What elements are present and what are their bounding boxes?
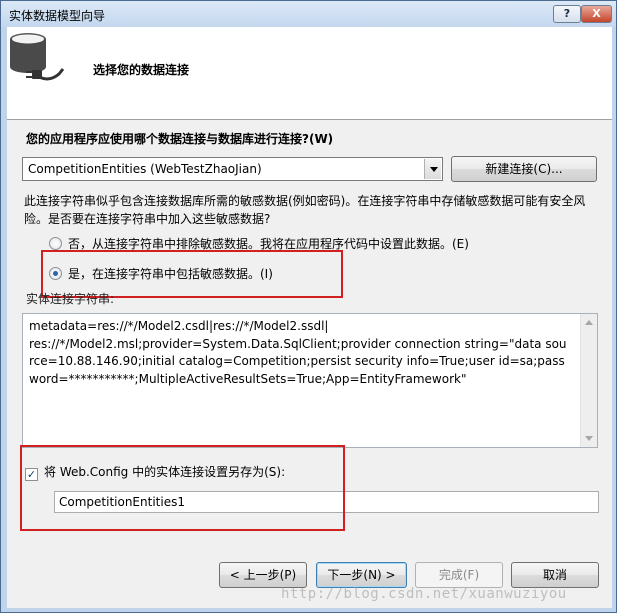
back-button[interactable]: < 上一步(P) bbox=[219, 562, 307, 588]
help-button[interactable]: ? bbox=[553, 5, 581, 23]
scroll-down-icon[interactable] bbox=[585, 436, 593, 441]
wizard-window: 实体数据模型向导 ? X 选择您的数据连接 您的应用程序应使用哪个数据连接与数据… bbox=[0, 0, 617, 613]
radio-icon[interactable] bbox=[49, 237, 62, 250]
window-title: 实体数据模型向导 bbox=[9, 9, 106, 23]
chevron-down-icon[interactable] bbox=[424, 159, 441, 179]
connection-question: 您的应用程序应使用哪个数据连接与数据库进行连接?(W) bbox=[26, 132, 334, 146]
finish-button[interactable]: 完成(F) bbox=[415, 562, 503, 588]
vertical-scrollbar[interactable] bbox=[580, 314, 597, 447]
scroll-up-icon[interactable] bbox=[585, 320, 593, 325]
wizard-header: 选择您的数据连接 bbox=[7, 27, 612, 119]
wizard-content: 您的应用程序应使用哪个数据连接与数据库进行连接?(W) CompetitionE… bbox=[7, 119, 612, 545]
database-plug-icon bbox=[10, 33, 65, 81]
connection-string-text: metadata=res://*/Model2.csdl|res://*/Mod… bbox=[29, 319, 567, 386]
highlight-box bbox=[20, 445, 345, 531]
connection-select[interactable]: CompetitionEntities (WebTestZhaoJian) bbox=[22, 157, 443, 181]
cancel-button[interactable]: 取消 bbox=[511, 562, 599, 588]
new-connection-button[interactable]: 新建连接(C)... bbox=[451, 156, 597, 182]
watermark: http://blog.csdn.net/xuanwuziyou bbox=[281, 586, 567, 602]
sensitive-data-notice: 此连接字符串似乎包含连接数据库所需的敏感数据(例如密码)。在连接字符串中存储敏感… bbox=[24, 194, 586, 226]
radio-label: 否，从连接字符串中排除敏感数据。我将在应用程序代码中设置此数据。(E) bbox=[68, 237, 469, 251]
title-bar[interactable]: 实体数据模型向导 ? X bbox=[1, 1, 616, 27]
connection-string-box[interactable]: metadata=res://*/Model2.csdl|res://*/Mod… bbox=[22, 313, 598, 448]
page-title: 选择您的数据连接 bbox=[93, 63, 190, 77]
next-button[interactable]: 下一步(N) > bbox=[316, 562, 407, 588]
connection-string-label: 实体连接字符串: bbox=[26, 292, 115, 306]
connection-select-value: CompetitionEntities (WebTestZhaoJian) bbox=[28, 162, 262, 176]
close-button[interactable]: X bbox=[581, 5, 612, 23]
